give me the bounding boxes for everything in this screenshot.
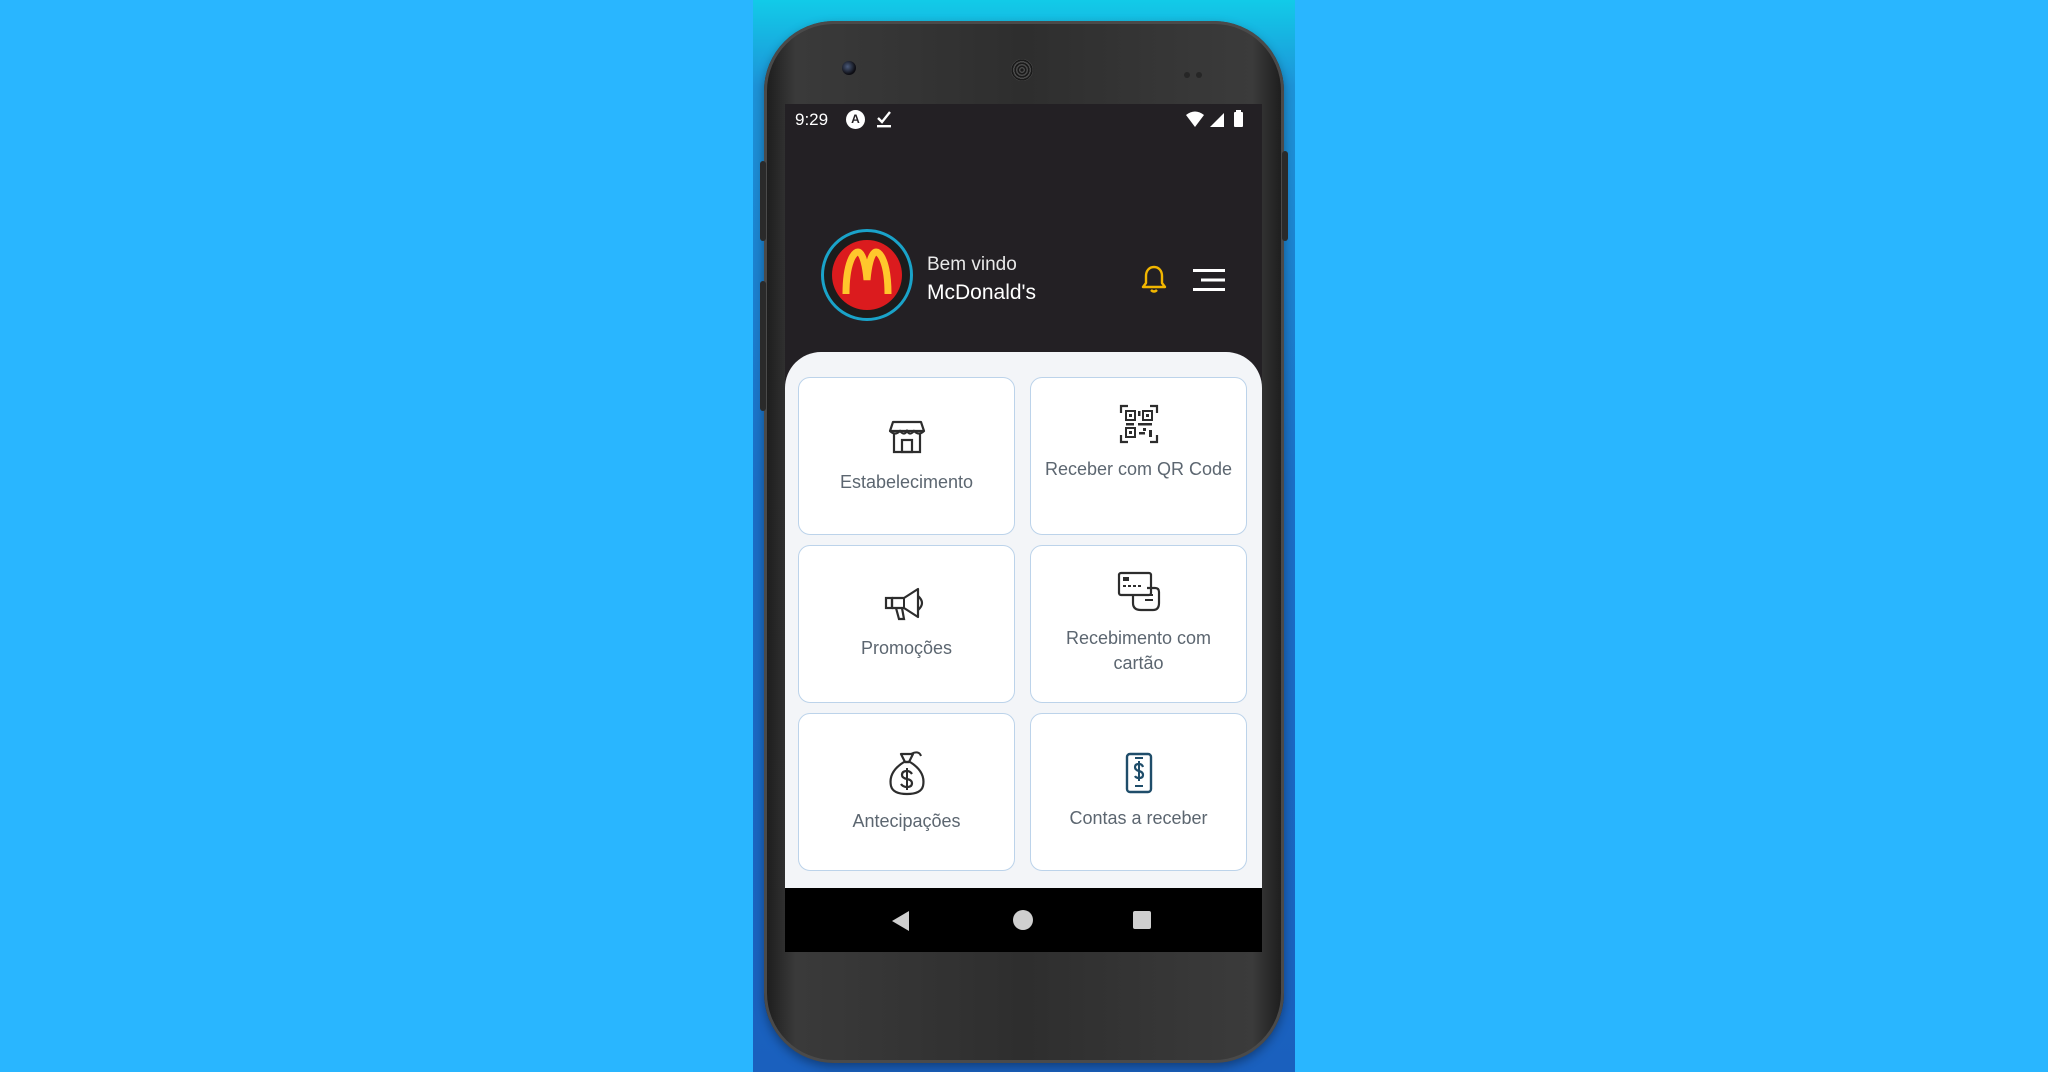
battery-icon xyxy=(1234,112,1243,127)
task-check-icon xyxy=(877,111,891,128)
brand-name: McDonald's xyxy=(927,281,1037,304)
back-icon[interactable] xyxy=(892,911,909,931)
card-label: Recebimento com cartão xyxy=(1065,628,1212,673)
bell-icon[interactable] xyxy=(1141,264,1167,294)
hamburger-menu-icon[interactable] xyxy=(1193,266,1227,294)
app-a-icon: A xyxy=(846,110,865,129)
earpiece-speaker xyxy=(1011,59,1033,81)
card-promocoes[interactable]: Promoções xyxy=(798,545,1015,703)
card-in-hand-icon xyxy=(1117,571,1160,612)
android-nav-bar xyxy=(785,888,1262,952)
card-estabelecimento[interactable]: Estabelecimento xyxy=(798,377,1015,535)
mcdonalds-logo-icon xyxy=(832,240,902,310)
qr-code-icon xyxy=(1119,404,1158,444)
power-button xyxy=(1282,151,1288,241)
phone-dollar-icon xyxy=(1125,752,1152,794)
signal-icon xyxy=(1210,113,1224,127)
card-label: Contas a receber xyxy=(1069,808,1208,828)
card-label: Antecipações xyxy=(852,811,961,831)
side-button xyxy=(760,281,766,411)
card-contas-a-receber[interactable]: Contas a receber xyxy=(1030,713,1247,871)
megaphone-icon xyxy=(884,587,923,621)
status-time: 9:29 xyxy=(795,110,829,129)
app-screen: 9:29 A Bem vindo McDonald's Estabelecime… xyxy=(785,104,1262,952)
welcome-text: Bem vindo xyxy=(927,254,1017,275)
status-bar: 9:29 A xyxy=(785,104,1262,136)
money-bag-icon xyxy=(888,751,925,796)
status-icons xyxy=(1186,110,1243,127)
sensors xyxy=(1184,65,1214,78)
actions-panel: Estabelecimento Receber com QR Code Prom… xyxy=(785,352,1262,952)
avatar[interactable] xyxy=(821,229,913,321)
home-icon[interactable] xyxy=(1013,910,1033,930)
wifi-icon xyxy=(1186,111,1204,127)
front-camera xyxy=(842,61,856,75)
storefront-icon xyxy=(888,420,925,454)
volume-button xyxy=(760,161,766,241)
card-label: Estabelecimento xyxy=(839,472,974,492)
profile-header: Bem vindo McDonald's xyxy=(785,136,1262,356)
card-label: Promoções xyxy=(860,638,953,658)
card-recebimento-cartao[interactable]: Recebimento com cartão xyxy=(1030,545,1247,703)
recents-icon[interactable] xyxy=(1133,911,1151,929)
card-receber-qr-code[interactable]: Receber com QR Code xyxy=(1030,377,1247,535)
card-antecipacoes[interactable]: Antecipações xyxy=(798,713,1015,871)
card-label: Receber com QR Code xyxy=(1044,459,1233,479)
